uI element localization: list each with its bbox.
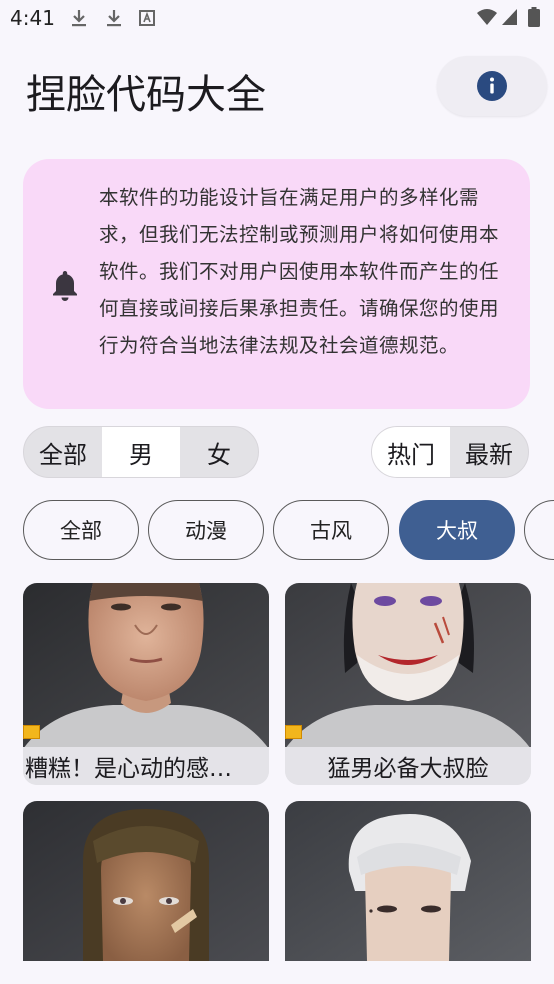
status-bar: 4:41 — [0, 0, 554, 40]
disclaimer-card: 本软件的功能设计旨在满足用户的多样化需求，但我们无法控制或预测用户将如何使用本软… — [23, 159, 530, 409]
download-icon — [107, 10, 121, 27]
gender-filter: 全部 男 女 — [23, 426, 259, 478]
category-chip-uncle[interactable]: 大叔 — [399, 500, 515, 560]
face-card[interactable]: 糟糕！是心动的感… — [23, 583, 269, 785]
signal-icon — [502, 9, 517, 25]
info-button[interactable] — [437, 56, 547, 116]
page-title: 捏脸代码大全 — [26, 72, 266, 118]
info-icon — [477, 71, 507, 101]
gender-option-all[interactable]: 全部 — [24, 427, 102, 477]
bell-icon — [53, 271, 77, 301]
battery-icon — [528, 7, 540, 27]
face-preview-image — [285, 801, 531, 961]
face-card[interactable] — [285, 801, 531, 961]
disclaimer-text: 本软件的功能设计旨在满足用户的多样化需求，但我们无法控制或预测用户将如何使用本软… — [99, 186, 500, 357]
wifi-icon — [477, 9, 497, 25]
face-preview-image — [285, 583, 531, 749]
hot-badge — [23, 725, 40, 739]
sort-option-hot[interactable]: 热门 — [372, 427, 450, 477]
sort-filter: 热门 最新 — [371, 426, 529, 478]
face-card[interactable]: 猛男必备大叔脸 — [285, 583, 531, 785]
card-caption: 糟糕！是心动的感… — [23, 747, 269, 785]
face-preview-image — [23, 583, 269, 749]
card-caption: 猛男必备大叔脸 — [285, 747, 531, 785]
gender-option-male[interactable]: 男 — [102, 427, 180, 477]
category-chip-anime[interactable]: 动漫 — [148, 500, 264, 560]
face-preview-image — [23, 801, 269, 961]
hot-badge — [285, 725, 302, 739]
category-chip-all[interactable]: 全部 — [23, 500, 139, 560]
status-time: 4:41 — [10, 6, 55, 30]
sort-option-latest[interactable]: 最新 — [450, 427, 528, 477]
category-chip-more[interactable] — [524, 500, 554, 560]
face-card[interactable] — [23, 801, 269, 961]
gender-option-female[interactable]: 女 — [180, 427, 258, 477]
download-icon — [72, 10, 86, 27]
keyboard-icon — [139, 10, 155, 26]
category-chip-ancient[interactable]: 古风 — [273, 500, 389, 560]
category-chips: 全部 动漫 古风 大叔 — [23, 500, 554, 562]
